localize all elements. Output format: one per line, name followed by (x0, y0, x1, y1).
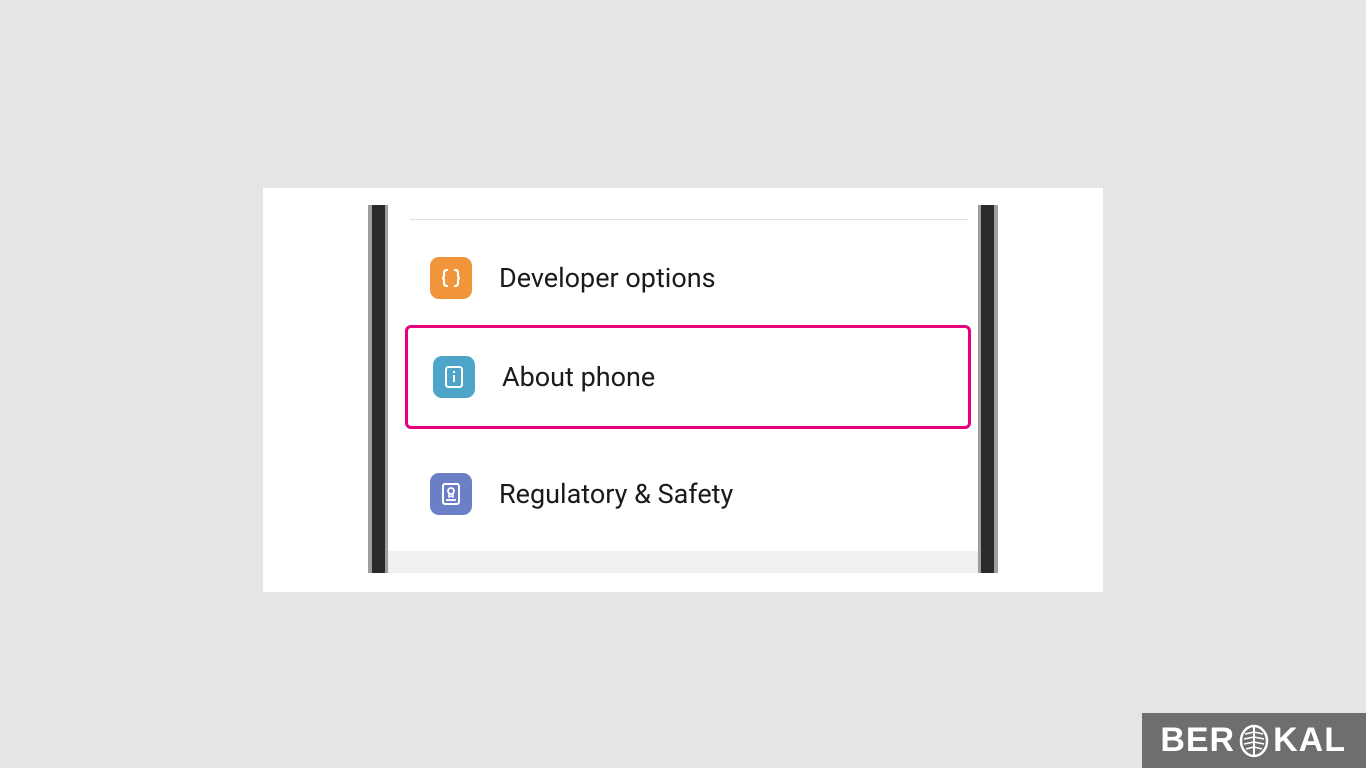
phone-bezel-right (978, 205, 998, 573)
watermark-suffix: KAL (1273, 721, 1346, 760)
braces-icon (430, 257, 472, 299)
certificate-icon (430, 473, 472, 515)
settings-item-label: About phone (502, 361, 655, 393)
divider (410, 219, 968, 220)
settings-item-developer-options[interactable]: Developer options (388, 235, 978, 321)
phone-frame: Developer options About phone (368, 205, 998, 573)
settings-item-label: Regulatory & Safety (499, 478, 733, 510)
phone-screen: Developer options About phone (388, 205, 978, 573)
settings-item-regulatory-safety[interactable]: Regulatory & Safety (388, 451, 978, 537)
settings-item-label: Developer options (499, 262, 716, 294)
info-icon (433, 356, 475, 398)
bottom-spacer (388, 551, 978, 573)
phone-bezel-left (368, 205, 388, 573)
settings-item-about-phone[interactable]: About phone (405, 325, 971, 429)
screenshot-container: Developer options About phone (263, 188, 1103, 592)
watermark-logo: BER KAL (1142, 713, 1366, 768)
watermark-prefix: BER (1160, 721, 1235, 760)
brain-icon (1239, 724, 1269, 758)
